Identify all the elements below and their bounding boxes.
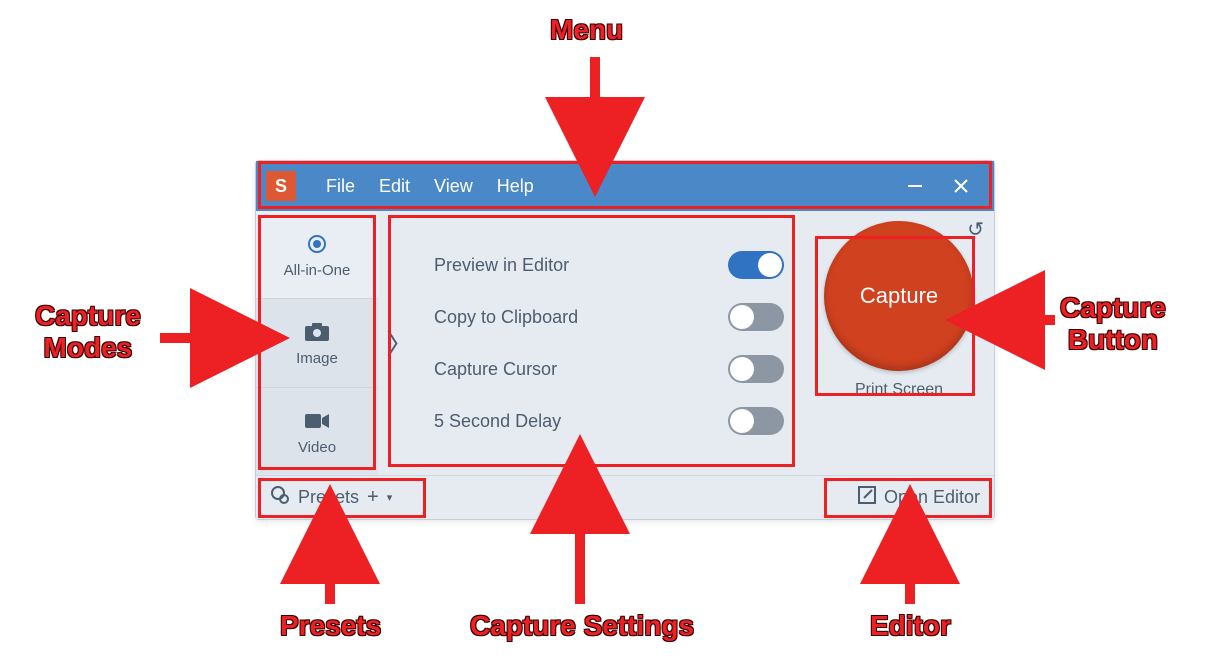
toggle-5-second-delay[interactable] [728, 407, 784, 435]
plus-icon: + [367, 486, 379, 509]
bottom-bar: Presets + ▾ Open Editor [256, 475, 994, 519]
target-icon [306, 230, 328, 258]
mode-label: Video [298, 439, 336, 456]
app-logo-icon: S [266, 171, 296, 201]
open-editor-label: Open Editor [884, 487, 980, 508]
capture-modes-panel: All-in-One Image Video [256, 211, 378, 475]
annotation-arrow-capture [985, 300, 1065, 345]
snagit-window: S File Edit View Help All-in-One [255, 160, 995, 520]
menu-file[interactable]: File [314, 170, 367, 203]
setting-copy-to-clipboard: Copy to Clipboard [434, 303, 784, 331]
annotation-label-capture-settings: Capture Settings [470, 610, 694, 642]
setting-5-second-delay: 5 Second Delay [434, 407, 784, 435]
annotation-arrow-editor [890, 524, 930, 619]
mode-label: All-in-One [284, 262, 351, 279]
camera-icon [304, 318, 330, 346]
mode-label: Image [296, 350, 338, 367]
setting-label: Preview in Editor [434, 255, 569, 276]
mode-all-in-one[interactable]: All-in-One [256, 211, 378, 299]
capture-button[interactable]: Capture [824, 221, 974, 371]
minimize-button[interactable] [892, 171, 938, 201]
chevron-down-icon: ▾ [387, 491, 393, 504]
capture-settings-panel: 〉 Preview in Editor Copy to Clipboard Ca… [378, 211, 804, 475]
video-icon [304, 407, 330, 435]
setting-preview-in-editor: Preview in Editor [434, 251, 784, 279]
annotation-arrow-menu [575, 52, 615, 167]
setting-label: Copy to Clipboard [434, 307, 578, 328]
annotation-arrow-presets [310, 524, 350, 619]
menu-edit[interactable]: Edit [367, 170, 422, 203]
setting-capture-cursor: Capture Cursor [434, 355, 784, 383]
setting-label: Capture Cursor [434, 359, 557, 380]
annotation-label-capture-modes: Capture Modes [35, 300, 141, 364]
capture-button-label: Capture [860, 283, 938, 309]
setting-label: 5 Second Delay [434, 411, 561, 432]
main-row: All-in-One Image Video 〉 [256, 211, 994, 475]
capture-area: ↺ Capture Print Screen [804, 211, 994, 475]
presets-label: Presets [298, 487, 359, 508]
minimize-icon [906, 177, 924, 195]
edit-icon [858, 486, 876, 509]
capture-hotkey-label[interactable]: Print Screen [855, 381, 943, 399]
toggle-preview-in-editor[interactable] [728, 251, 784, 279]
settings-list: Preview in Editor Copy to Clipboard Capt… [424, 251, 784, 435]
annotation-label-menu: Menu [550, 14, 623, 46]
close-icon [952, 177, 970, 195]
annotation-label-presets: Presets [280, 610, 381, 642]
mode-video[interactable]: Video [256, 388, 378, 475]
body-area: All-in-One Image Video 〉 [256, 211, 994, 519]
presets-button[interactable]: Presets + ▾ [270, 485, 392, 510]
toggle-copy-to-clipboard[interactable] [728, 303, 784, 331]
menu-help[interactable]: Help [485, 170, 546, 203]
annotation-arrow-modes [155, 318, 255, 363]
open-editor-button[interactable]: Open Editor [858, 486, 980, 509]
reset-button[interactable]: ↺ [967, 217, 984, 242]
annotation-label-editor: Editor [870, 610, 951, 642]
menu-view[interactable]: View [422, 170, 485, 203]
titlebar: S File Edit View Help [256, 161, 994, 211]
toggle-capture-cursor[interactable] [728, 355, 784, 383]
annotation-label-capture-button: Capture Button [1060, 292, 1166, 356]
undo-icon: ↺ [967, 219, 984, 241]
mode-image[interactable]: Image [256, 299, 378, 387]
gear-icon [270, 485, 290, 510]
close-button[interactable] [938, 171, 984, 201]
chevron-right-icon[interactable]: 〉 [386, 323, 414, 363]
